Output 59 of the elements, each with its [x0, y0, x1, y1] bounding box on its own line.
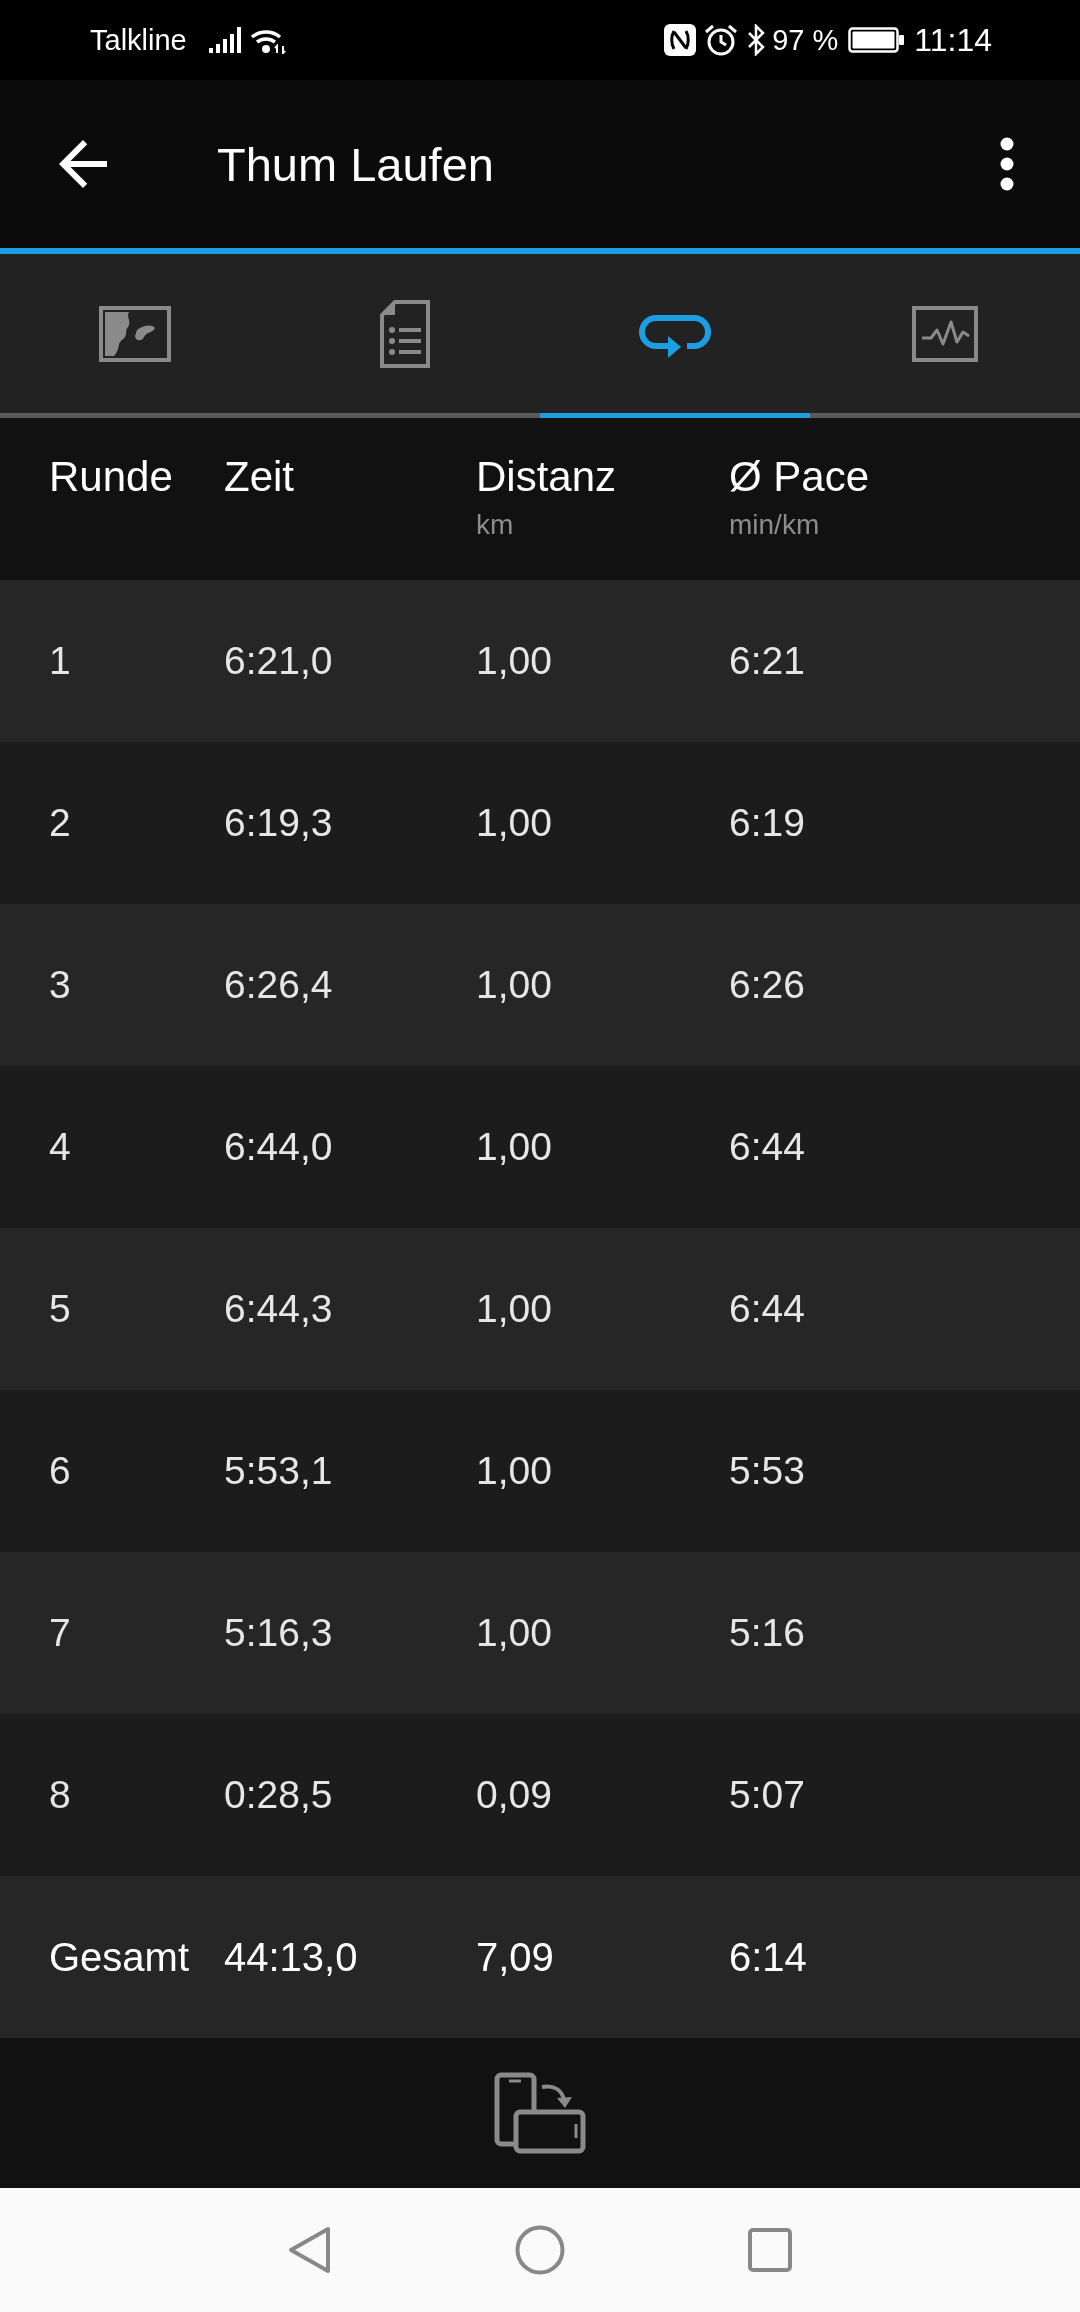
- table-cell: 5:16: [729, 1611, 805, 1655]
- table-cell: 1,00: [476, 963, 552, 1007]
- table-cell: 0,09: [476, 1773, 552, 1817]
- table-cell: 6:44,3: [224, 1287, 333, 1331]
- table-cell: 6:26: [729, 963, 805, 1007]
- home-icon[interactable]: [515, 2225, 565, 2275]
- battery-icon: [848, 27, 905, 53]
- table-cell: 1,00: [476, 639, 552, 683]
- map-icon: [99, 305, 171, 362]
- table-cell: 6:44,0: [224, 1125, 333, 1169]
- table-cell: 5:07: [729, 1773, 805, 1817]
- table-cell: 2: [49, 801, 71, 845]
- table-cell: 6:19,3: [224, 801, 333, 845]
- recent-apps-icon[interactable]: [748, 2228, 792, 2272]
- nfc-icon: [664, 24, 697, 56]
- total-cell: 6:14: [729, 1934, 807, 1980]
- table-cell: 1,00: [476, 1611, 552, 1655]
- table-cell: 6:21,0: [224, 639, 333, 683]
- table-cell: 5: [49, 1287, 71, 1331]
- pulse-chart-icon: [912, 305, 978, 362]
- column-header: Runde: [49, 452, 173, 502]
- table-cell: 1,00: [476, 1449, 552, 1493]
- table-cell: 6: [49, 1449, 71, 1493]
- table-cell: 6:19: [729, 801, 805, 845]
- table-cell: 6:44: [729, 1125, 805, 1169]
- total-cell: Gesamt: [49, 1934, 190, 1980]
- column-header: Ø Pace: [729, 452, 870, 502]
- table-cell: 4: [49, 1125, 71, 1169]
- table-cell: 3: [49, 963, 71, 1007]
- column-header: Distanz: [476, 452, 617, 502]
- carrier-name: Talkline: [90, 25, 187, 55]
- table-cell: 7: [49, 1611, 71, 1655]
- table-cell: 0:28,5: [224, 1773, 333, 1817]
- column-header: Zeit: [224, 452, 294, 502]
- table-cell: 5:53,1: [224, 1449, 333, 1493]
- table-cell: 5:16,3: [224, 1611, 333, 1655]
- table-cell: 1,00: [476, 801, 552, 845]
- table-cell: 1,00: [476, 1287, 552, 1331]
- signal-icon: [208, 27, 241, 53]
- column-unit: min/km: [729, 508, 820, 542]
- column-unit: km: [476, 508, 514, 542]
- back-icon[interactable]: [288, 2226, 332, 2274]
- status-time: 11:14: [914, 24, 992, 56]
- table-cell: 6:44: [729, 1287, 805, 1331]
- document-list-icon: [380, 299, 430, 368]
- total-cell: 44:13,0: [224, 1934, 358, 1980]
- more-options-icon[interactable]: [1000, 137, 1014, 191]
- screen-title: Thum Laufen: [217, 136, 494, 192]
- total-cell: 7,09: [476, 1934, 554, 1980]
- table-cell: 6:26,4: [224, 963, 333, 1007]
- table-cell: 1: [49, 639, 71, 683]
- table-cell: 5:53: [729, 1449, 805, 1493]
- alarm-clock-icon: [704, 23, 739, 57]
- table-cell: 1,00: [476, 1125, 552, 1169]
- rotate-screen-icon[interactable]: [494, 2072, 586, 2154]
- back-arrow-icon[interactable]: [59, 140, 107, 188]
- table-cell: 6:21: [729, 639, 805, 683]
- battery-percentage: 97 %: [772, 25, 839, 55]
- table-cell: 8: [49, 1773, 71, 1817]
